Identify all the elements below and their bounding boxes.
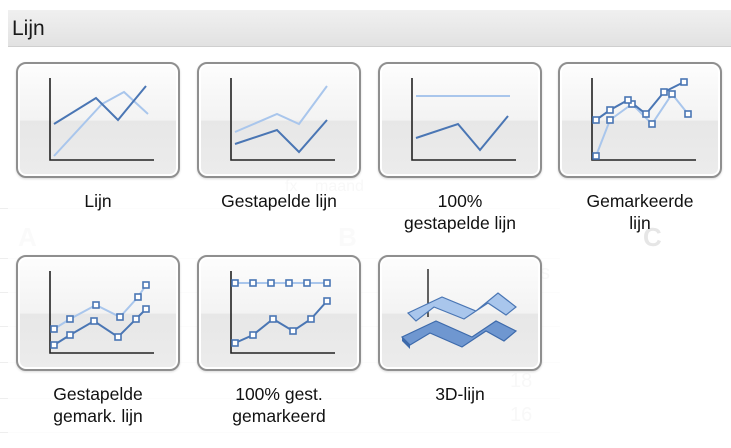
gallery-header: Lijn <box>8 10 731 47</box>
chart-type-marked-line-tile[interactable] <box>558 62 722 178</box>
marked-line-chart-icon <box>591 78 696 161</box>
chart-type-3d-line-label: 3D-lijn <box>435 384 485 404</box>
chart-type-stacked-line-tile[interactable] <box>197 62 361 178</box>
chart-type-100-stacked-marked-tile[interactable] <box>197 255 361 371</box>
chart-type-stacked-line-label: Gestapelde lijn <box>221 191 337 211</box>
percent-stacked-line-chart-icon <box>411 78 516 161</box>
chart-type-3d-line-tile[interactable] <box>378 255 542 371</box>
percent-stacked-marked-chart-icon <box>230 271 335 354</box>
gallery-title: Lijn <box>12 17 45 40</box>
stacked-line-chart-icon <box>230 78 335 161</box>
chart-type-line-label: Lijn <box>84 191 112 211</box>
chart-type-line-tile[interactable] <box>16 62 180 178</box>
chart-type-gallery: Lijn Gestapelde lijn 100% gestapelde lijn <box>8 47 722 448</box>
stacked-marked-line-chart-icon <box>49 271 154 354</box>
chart-type-marked-line-label: Gemarkeerde lijn <box>586 191 694 233</box>
line-chart-icon <box>49 78 154 161</box>
chart-type-100-stacked-marked-label: 100% gest. gemarkeerd <box>232 384 326 426</box>
chart-type-100-stacked-line-tile[interactable] <box>378 62 542 178</box>
3d-line-chart-icon <box>400 269 518 349</box>
chart-type-100-stacked-line-label: 100% gestapelde lijn <box>404 191 516 233</box>
chart-type-stacked-marked-line-tile[interactable] <box>16 255 180 371</box>
chart-type-stacked-marked-line-label: Gestapelde gemark. lijn <box>53 384 143 426</box>
